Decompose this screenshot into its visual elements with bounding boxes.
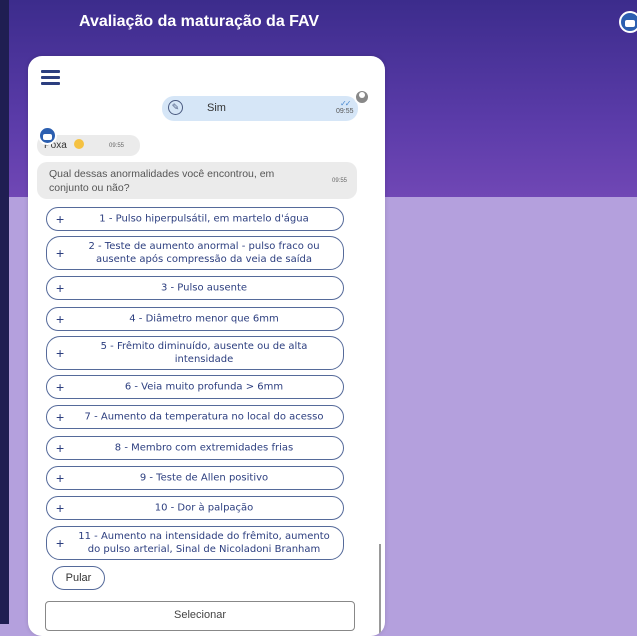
chat-panel: ✎ Sim ✓✓ 09:55 Poxa 09:55 Qual dessas an… xyxy=(28,56,385,636)
plus-icon: + xyxy=(56,345,65,361)
option-button[interactable]: + 8 - Membro com extremidades frias xyxy=(46,436,344,460)
plus-icon: + xyxy=(56,280,65,296)
plus-icon: + xyxy=(56,440,65,456)
plus-icon: + xyxy=(56,535,65,551)
bot-question-bubble: Qual dessas anormalidades você encontrou… xyxy=(37,162,357,199)
edit-icon[interactable]: ✎ xyxy=(168,100,183,115)
read-receipt-icon: ✓✓ xyxy=(340,99,351,108)
plus-icon: + xyxy=(56,470,65,486)
option-button[interactable]: + 1 - Pulso hiperpulsátil, em martelo d'… xyxy=(46,207,344,231)
option-label: 1 - Pulso hiperpulsátil, em martelo d'ág… xyxy=(99,213,309,225)
plus-icon: + xyxy=(56,245,65,261)
user-avatar xyxy=(354,89,370,105)
option-label: 10 - Dor à palpação xyxy=(154,502,254,514)
plus-icon: + xyxy=(56,211,65,227)
option-label: 8 - Membro com extremidades frias xyxy=(114,442,294,454)
plus-icon: + xyxy=(56,311,65,327)
message-time: 09:55 xyxy=(109,143,125,149)
option-button[interactable]: + 3 - Pulso ausente xyxy=(46,276,344,300)
option-label: 2 - Teste de aumento anormal - pulso fra… xyxy=(88,241,320,265)
bot-launcher-icon[interactable] xyxy=(619,11,637,33)
plus-icon: + xyxy=(56,379,65,395)
sad-face-icon xyxy=(74,139,84,149)
plus-icon: + xyxy=(56,500,65,516)
page-title: Avaliação da maturação da FAV xyxy=(79,13,320,30)
option-label: 3 - Pulso ausente xyxy=(160,282,248,294)
user-message-text: Sim xyxy=(207,102,226,114)
option-button[interactable]: + 7 - Aumento da temperatura no local do… xyxy=(46,405,344,429)
message-time: 09:55 xyxy=(332,178,348,184)
option-button[interactable]: + 4 - Diâmetro menor que 6mm xyxy=(46,307,344,331)
option-button[interactable]: + 9 - Teste de Allen positivo xyxy=(46,466,344,490)
option-label: 9 - Teste de Allen positivo xyxy=(139,472,269,484)
option-label: 4 - Diâmetro menor que 6mm xyxy=(129,313,279,325)
option-label: 6 - Veia muito profunda > 6mm xyxy=(124,381,284,393)
option-label: 5 - Frêmito diminuído, ausente ou de alt… xyxy=(100,341,308,365)
window-edge xyxy=(0,0,9,624)
option-label: 7 - Aumento da temperatura no local do a… xyxy=(84,411,324,423)
option-label: 11 - Aumento na intensidade do frêmito, … xyxy=(78,531,330,555)
skip-button[interactable]: Pular xyxy=(52,566,105,590)
message-time: 09:55 xyxy=(336,108,354,115)
option-button[interactable]: + 10 - Dor à palpação xyxy=(46,496,344,520)
option-button[interactable]: + 11 - Aumento na intensidade do frêmito… xyxy=(46,526,344,560)
option-button[interactable]: + 2 - Teste de aumento anormal - pulso f… xyxy=(46,236,344,270)
plus-icon: + xyxy=(56,409,65,425)
bot-avatar-icon xyxy=(38,126,57,145)
option-button[interactable]: + 5 - Frêmito diminuído, ausente ou de a… xyxy=(46,336,344,370)
scrollbar[interactable] xyxy=(379,544,381,636)
select-button[interactable]: Selecionar xyxy=(45,601,355,631)
bot-question-text: Qual dessas anormalidades você encontrou… xyxy=(49,168,275,194)
option-button[interactable]: + 6 - Veia muito profunda > 6mm xyxy=(46,375,344,399)
user-message-bubble: ✎ Sim ✓✓ 09:55 xyxy=(162,96,358,121)
menu-icon[interactable] xyxy=(41,70,60,85)
